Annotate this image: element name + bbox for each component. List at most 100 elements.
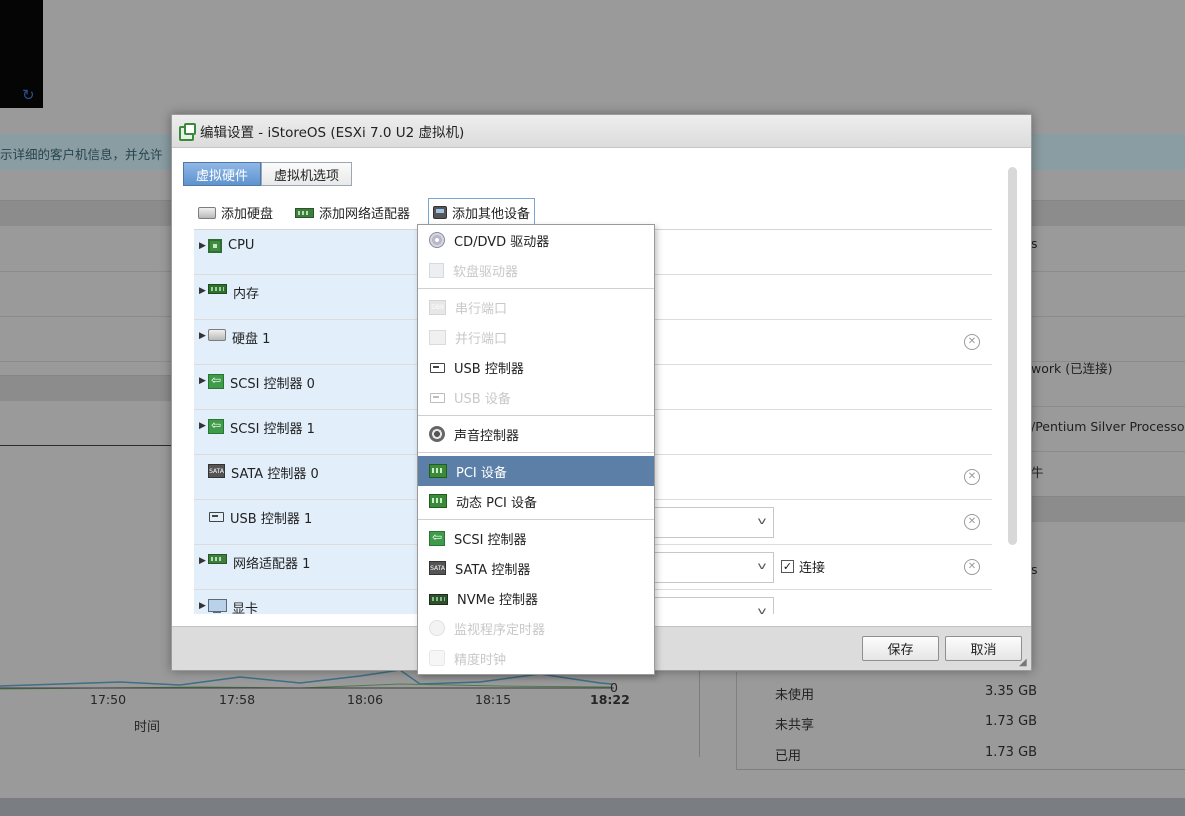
virtual-machine-icon — [178, 123, 196, 141]
network-adapter-icon — [295, 208, 315, 218]
usb-device-icon — [429, 390, 445, 404]
video-select[interactable]: v — [649, 597, 774, 614]
scsi-controller-icon — [208, 418, 224, 434]
hardware-label: CPU — [228, 238, 255, 253]
hardware-label: 显卡 — [232, 602, 259, 614]
menu-item-sata-controller[interactable]: SATA SATA 控制器 — [418, 553, 654, 583]
serial-port-icon: DB9 — [429, 299, 446, 315]
sata-controller-icon: SATA — [429, 561, 446, 575]
cpu-icon — [208, 239, 222, 253]
bg-right-text: /Pentium Silver Processor — [1031, 419, 1185, 434]
chart-x-axis-title: 时间 — [134, 720, 161, 735]
remove-device-icon[interactable]: ✕ — [964, 559, 980, 575]
hardware-label: 网络适配器 1 — [233, 557, 311, 572]
chart-y-tick: 0 — [610, 680, 618, 695]
add-other-device-button[interactable]: 添加其他设备 — [428, 198, 536, 226]
chevron-down-icon: v — [757, 561, 767, 572]
usb-controller-icon — [429, 360, 445, 374]
chart-x-tick: 18:06 — [347, 692, 384, 707]
memory-summary: 未使用 3.35 GB 未共享 1.73 GB 已用 1.73 GB — [736, 672, 1185, 770]
add-other-device-menu: CD/DVD 驱动器 软盘驱动器 DB9 串行端口 并行端口 USB 控制器 US… — [417, 224, 655, 675]
dialog-title-bar[interactable]: 编辑设置 - iStoreOS (ESXi 7.0 U2 虚拟机) — [172, 115, 1031, 148]
menu-item-dynamic-pci-device[interactable]: 动态 PCI 设备 — [418, 486, 654, 516]
memory-row: 未使用 3.35 GB — [775, 684, 1038, 703]
add-network-adapter-button[interactable]: 添加网络适配器 — [291, 199, 414, 225]
tab-virtual-hardware[interactable]: 虚拟硬件 — [183, 162, 262, 186]
connect-checkbox[interactable]: ✓ 连接 — [781, 557, 825, 576]
dialog-title: 编辑设置 - iStoreOS (ESXi 7.0 U2 虚拟机) — [200, 125, 465, 141]
chevron-down-icon: v — [757, 606, 767, 614]
scsi-controller-icon — [208, 373, 224, 389]
other-device-icon — [433, 205, 448, 219]
expand-arrow-icon[interactable]: ▶ — [194, 598, 208, 611]
sound-controller-icon — [429, 426, 445, 442]
hardware-label: USB 控制器 1 — [230, 512, 313, 527]
sata-controller-icon: SATA — [208, 464, 225, 478]
hardware-label: SCSI 控制器 1 — [230, 422, 315, 437]
remove-device-icon[interactable]: ✕ — [964, 334, 980, 350]
memory-icon — [208, 284, 227, 294]
chart-x-tick: 17:50 — [90, 692, 127, 707]
menu-item-pci-device[interactable]: PCI 设备 — [418, 456, 654, 486]
bg-right-text: work (已连接) — [1031, 361, 1113, 376]
menu-item-precision-clock: 精度时钟 — [418, 643, 654, 673]
expand-arrow-icon[interactable]: ▶ — [194, 238, 208, 251]
cancel-button[interactable]: 取消 — [945, 636, 1022, 661]
menu-separator — [418, 452, 654, 453]
menu-item-sound-controller[interactable]: 声音控制器 — [418, 419, 654, 449]
checkbox-checked-icon[interactable]: ✓ — [781, 560, 794, 573]
parallel-port-icon — [429, 329, 446, 345]
vm-console-thumbnail[interactable]: ↻ — [0, 0, 43, 108]
hardware-config-panel — [1031, 200, 1185, 522]
precision-clock-icon — [429, 650, 445, 666]
add-hard-disk-button[interactable]: 添加硬盘 — [194, 199, 277, 225]
hardware-label: SCSI 控制器 0 — [230, 377, 315, 392]
info-banner-text: 示详细的客户机信息，并允许 — [0, 147, 163, 162]
tab-vm-options[interactable]: 虚拟机选项 — [261, 162, 353, 186]
menu-item-floppy: 软盘驱动器 — [418, 255, 654, 285]
expand-arrow-icon[interactable]: ▶ — [194, 418, 208, 431]
chart-x-tick: 18:15 — [475, 692, 512, 707]
menu-separator — [418, 288, 654, 289]
menu-separator — [418, 415, 654, 416]
nvme-controller-icon — [429, 593, 448, 605]
remove-device-icon[interactable]: ✕ — [964, 514, 980, 530]
menu-item-usb-device: USB 设备 — [418, 382, 654, 412]
memory-row: 未共享 1.73 GB — [775, 714, 1038, 733]
refresh-icon[interactable]: ↻ — [22, 86, 35, 104]
bottom-bar — [0, 798, 1185, 816]
scsi-controller-icon — [429, 530, 445, 546]
save-button[interactable]: 保存 — [862, 636, 939, 661]
dynamic-pci-icon — [429, 494, 447, 508]
menu-item-parallel-port: 并行端口 — [418, 322, 654, 352]
menu-item-scsi-controller[interactable]: SCSI 控制器 — [418, 523, 654, 553]
hard-disk-icon — [198, 206, 216, 219]
menu-separator — [418, 519, 654, 520]
expand-arrow-icon[interactable]: ▶ — [194, 328, 208, 341]
network-select[interactable]: v — [649, 552, 774, 583]
general-info-panel — [0, 200, 172, 450]
resize-grip-icon[interactable]: ◢ — [1019, 658, 1029, 668]
expand-arrow-icon[interactable]: ▶ — [194, 283, 208, 296]
usb-type-select[interactable]: v — [649, 507, 774, 538]
hardware-toolbar: 添加硬盘 添加网络适配器 添加其他设备 — [194, 198, 536, 226]
usb-controller-icon — [208, 509, 224, 523]
bg-right-text: 牛 — [1031, 465, 1044, 480]
network-adapter-icon — [208, 554, 227, 564]
floppy-icon — [429, 262, 444, 278]
menu-item-cd-dvd[interactable]: CD/DVD 驱动器 — [418, 225, 654, 255]
hardware-label: 内存 — [233, 287, 260, 302]
video-card-icon — [208, 599, 227, 614]
memory-row: 已用 1.73 GB — [775, 745, 1038, 764]
menu-item-serial-port: DB9 串行端口 — [418, 292, 654, 322]
expand-arrow-icon[interactable]: ▶ — [194, 553, 208, 566]
dialog-scrollbar[interactable] — [1008, 167, 1017, 545]
menu-item-usb-controller[interactable]: USB 控制器 — [418, 352, 654, 382]
chart-x-tick: 17:58 — [219, 692, 256, 707]
menu-item-watchdog-timer: 监视程序定时器 — [418, 613, 654, 643]
cd-dvd-icon — [429, 232, 445, 248]
expand-arrow-icon[interactable]: ▶ — [194, 373, 208, 386]
watchdog-timer-icon — [429, 620, 445, 636]
menu-item-nvme-controller[interactable]: NVMe 控制器 — [418, 583, 654, 613]
remove-device-icon[interactable]: ✕ — [964, 469, 980, 485]
